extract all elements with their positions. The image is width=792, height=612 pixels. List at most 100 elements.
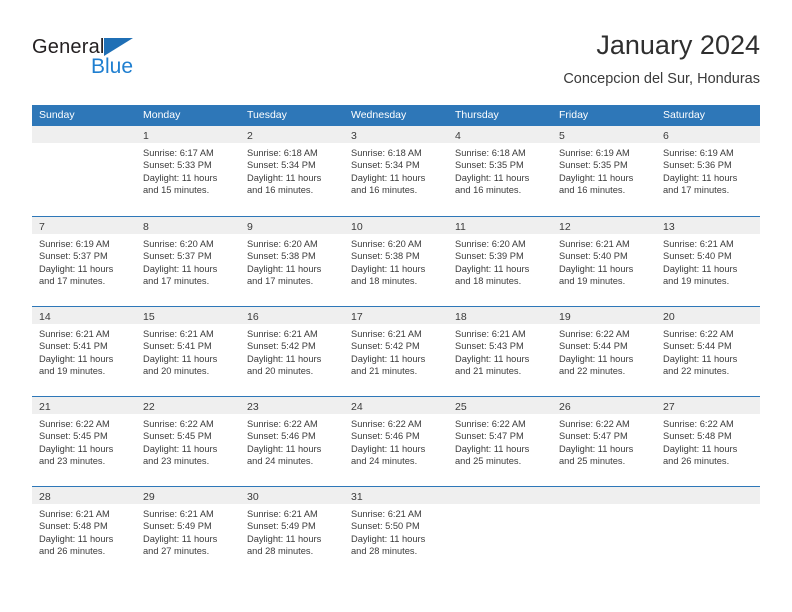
day-cell[interactable]: 8 Sunrise: 6:20 AM Sunset: 5:37 PM Dayli… <box>136 217 240 306</box>
daylight-text-line2: and 16 minutes. <box>351 185 418 196</box>
day-cell[interactable]: 16 Sunrise: 6:21 AM Sunset: 5:42 PM Dayl… <box>240 307 344 396</box>
sunset-text: Sunset: 5:40 PM <box>663 251 732 262</box>
day-cell[interactable]: 23 Sunrise: 6:22 AM Sunset: 5:46 PM Dayl… <box>240 397 344 486</box>
weekday-header-tuesday: Tuesday <box>247 109 287 121</box>
day-cell[interactable] <box>656 487 760 576</box>
day-number-band: 28 <box>32 487 136 504</box>
day-cell[interactable]: 30 Sunrise: 6:21 AM Sunset: 5:49 PM Dayl… <box>240 487 344 576</box>
day-number-band: 9 <box>240 217 344 234</box>
weekday-header-monday: Monday <box>143 109 181 121</box>
sunset-text: Sunset: 5:44 PM <box>663 341 732 352</box>
day-number: 31 <box>351 491 363 503</box>
daylight-text-line1: Daylight: 11 hours <box>39 443 114 454</box>
day-cell[interactable]: 26 Sunrise: 6:22 AM Sunset: 5:47 PM Dayl… <box>552 397 656 486</box>
day-cell[interactable]: 3 Sunrise: 6:18 AM Sunset: 5:34 PM Dayli… <box>344 126 448 216</box>
daylight-text-line2: and 23 minutes. <box>39 456 106 467</box>
daylight-text-line2: and 16 minutes. <box>455 185 522 196</box>
daylight-text-line2: and 25 minutes. <box>455 456 522 467</box>
daylight-text-line1: Daylight: 11 hours <box>39 353 114 364</box>
sunset-text: Sunset: 5:34 PM <box>247 160 316 171</box>
day-cell[interactable]: 4 Sunrise: 6:18 AM Sunset: 5:35 PM Dayli… <box>448 126 552 216</box>
day-cell[interactable]: 15 Sunrise: 6:21 AM Sunset: 5:41 PM Dayl… <box>136 307 240 396</box>
general-blue-logo[interactable]: General Blue <box>32 36 192 92</box>
day-cell[interactable]: 28 Sunrise: 6:21 AM Sunset: 5:48 PM Dayl… <box>32 487 136 576</box>
day-cell[interactable]: 17 Sunrise: 6:21 AM Sunset: 5:42 PM Dayl… <box>344 307 448 396</box>
sunrise-text: Sunrise: 6:21 AM <box>143 329 214 339</box>
day-number: 30 <box>247 491 259 503</box>
calendar-grid: Sunday Monday Tuesday Wednesday Thursday… <box>32 105 760 576</box>
sunset-text: Sunset: 5:34 PM <box>351 160 420 171</box>
sunrise-text: Sunrise: 6:19 AM <box>559 148 630 158</box>
daylight-text-line2: and 24 minutes. <box>247 456 314 467</box>
day-number: 28 <box>39 491 51 503</box>
sunset-text: Sunset: 5:36 PM <box>663 160 732 171</box>
day-number-band: 16 <box>240 307 344 324</box>
day-number: 27 <box>663 401 675 413</box>
daylight-text-line1: Daylight: 11 hours <box>39 533 114 544</box>
day-cell[interactable]: 5 Sunrise: 6:19 AM Sunset: 5:35 PM Dayli… <box>552 126 656 216</box>
day-cell[interactable]: 9 Sunrise: 6:20 AM Sunset: 5:38 PM Dayli… <box>240 217 344 306</box>
day-number: 3 <box>351 130 357 142</box>
day-cell[interactable]: 18 Sunrise: 6:21 AM Sunset: 5:43 PM Dayl… <box>448 307 552 396</box>
day-cell[interactable]: 22 Sunrise: 6:22 AM Sunset: 5:45 PM Dayl… <box>136 397 240 486</box>
day-cell[interactable]: 19 Sunrise: 6:22 AM Sunset: 5:44 PM Dayl… <box>552 307 656 396</box>
day-cell[interactable]: 29 Sunrise: 6:21 AM Sunset: 5:49 PM Dayl… <box>136 487 240 576</box>
day-details: Sunrise: 6:20 AM Sunset: 5:37 PM Dayligh… <box>136 234 240 288</box>
sunset-text: Sunset: 5:41 PM <box>39 341 108 352</box>
daylight-text-line2: and 16 minutes. <box>247 185 314 196</box>
daylight-text-line2: and 28 minutes. <box>351 546 418 557</box>
sunrise-text: Sunrise: 6:22 AM <box>663 419 734 429</box>
day-number-band: 21 <box>32 397 136 414</box>
weekday-header-saturday: Saturday <box>663 109 706 121</box>
day-cell[interactable]: 27 Sunrise: 6:22 AM Sunset: 5:48 PM Dayl… <box>656 397 760 486</box>
day-cell[interactable] <box>552 487 656 576</box>
day-number-band: 23 <box>240 397 344 414</box>
day-cell[interactable]: 12 Sunrise: 6:21 AM Sunset: 5:40 PM Dayl… <box>552 217 656 306</box>
daylight-text-line1: Daylight: 11 hours <box>559 172 634 183</box>
day-cell[interactable]: 13 Sunrise: 6:21 AM Sunset: 5:40 PM Dayl… <box>656 217 760 306</box>
day-number: 9 <box>247 221 253 233</box>
day-number-band <box>448 487 552 504</box>
sunset-text: Sunset: 5:46 PM <box>351 431 420 442</box>
day-cell[interactable]: 25 Sunrise: 6:22 AM Sunset: 5:47 PM Dayl… <box>448 397 552 486</box>
day-cell[interactable]: 1 Sunrise: 6:17 AM Sunset: 5:33 PM Dayli… <box>136 126 240 216</box>
day-number: 8 <box>143 221 149 233</box>
day-number: 12 <box>559 221 571 233</box>
daylight-text-line1: Daylight: 11 hours <box>247 353 322 364</box>
day-cell[interactable]: 6 Sunrise: 6:19 AM Sunset: 5:36 PM Dayli… <box>656 126 760 216</box>
sunrise-text: Sunrise: 6:21 AM <box>39 329 110 339</box>
sunset-text: Sunset: 5:38 PM <box>351 251 420 262</box>
day-cell[interactable]: 20 Sunrise: 6:22 AM Sunset: 5:44 PM Dayl… <box>656 307 760 396</box>
sunset-text: Sunset: 5:37 PM <box>143 251 212 262</box>
day-number: 5 <box>559 130 565 142</box>
day-cell[interactable] <box>448 487 552 576</box>
daylight-text-line1: Daylight: 11 hours <box>247 533 322 544</box>
day-number: 29 <box>143 491 155 503</box>
sunrise-text: Sunrise: 6:20 AM <box>455 239 526 249</box>
day-cell[interactable]: 11 Sunrise: 6:20 AM Sunset: 5:39 PM Dayl… <box>448 217 552 306</box>
day-cell[interactable]: 21 Sunrise: 6:22 AM Sunset: 5:45 PM Dayl… <box>32 397 136 486</box>
day-number: 20 <box>663 311 675 323</box>
sunrise-text: Sunrise: 6:20 AM <box>247 239 318 249</box>
daylight-text-line1: Daylight: 11 hours <box>143 533 218 544</box>
day-cell[interactable]: 7 Sunrise: 6:19 AM Sunset: 5:37 PM Dayli… <box>32 217 136 306</box>
day-cell[interactable]: 31 Sunrise: 6:21 AM Sunset: 5:50 PM Dayl… <box>344 487 448 576</box>
day-number: 23 <box>247 401 259 413</box>
day-number: 2 <box>247 130 253 142</box>
day-number: 25 <box>455 401 467 413</box>
day-cell[interactable]: 10 Sunrise: 6:20 AM Sunset: 5:38 PM Dayl… <box>344 217 448 306</box>
sunrise-text: Sunrise: 6:21 AM <box>663 239 734 249</box>
day-cell[interactable] <box>32 126 136 216</box>
daylight-text-line1: Daylight: 11 hours <box>455 172 530 183</box>
sunset-text: Sunset: 5:35 PM <box>559 160 628 171</box>
day-cell[interactable]: 2 Sunrise: 6:18 AM Sunset: 5:34 PM Dayli… <box>240 126 344 216</box>
day-cell[interactable]: 14 Sunrise: 6:21 AM Sunset: 5:41 PM Dayl… <box>32 307 136 396</box>
weekday-header-thursday: Thursday <box>455 109 499 121</box>
sunset-text: Sunset: 5:37 PM <box>39 251 108 262</box>
day-cell[interactable]: 24 Sunrise: 6:22 AM Sunset: 5:46 PM Dayl… <box>344 397 448 486</box>
day-number-band: 18 <box>448 307 552 324</box>
day-details: Sunrise: 6:20 AM Sunset: 5:38 PM Dayligh… <box>344 234 448 288</box>
day-number: 4 <box>455 130 461 142</box>
day-number: 11 <box>455 221 466 233</box>
day-details: Sunrise: 6:18 AM Sunset: 5:35 PM Dayligh… <box>448 143 552 197</box>
